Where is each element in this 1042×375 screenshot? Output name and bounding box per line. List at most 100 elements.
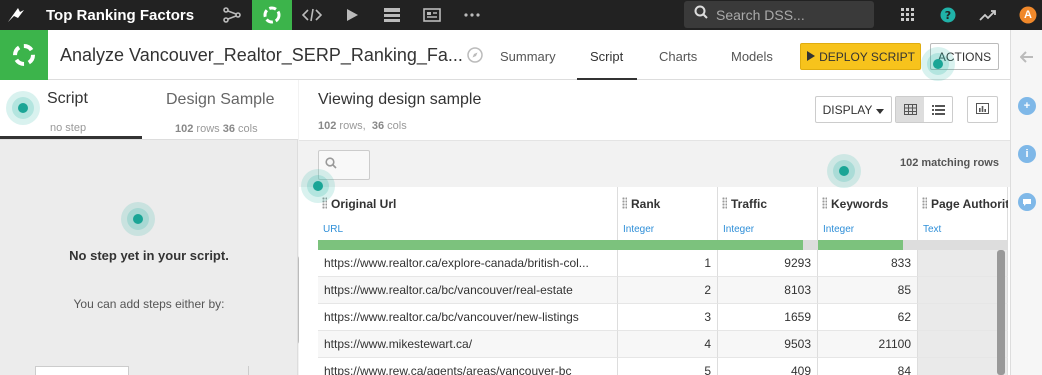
drag-handle-icon[interactable] [722,197,727,209]
column-quality-bar [818,240,918,250]
table-cell[interactable]: 9293 [718,250,818,277]
empty-script-hint: You can add steps either by: [73,297,225,311]
activity-trend-icon[interactable] [968,0,1008,30]
table-column: Traffic Integer 9293 8103 1659 9503 409 [718,187,818,375]
top-navbar: Top Ranking Factors Search DSS... ? A [0,0,1042,30]
table-cell[interactable]: 409 [718,358,818,375]
column-meaning[interactable]: Integer [623,224,654,235]
column-meaning[interactable]: Integer [723,224,754,235]
table-cell[interactable] [918,304,1008,331]
column-header[interactable]: Rank Integer [618,187,718,240]
wiki-icon[interactable] [412,0,452,30]
table-cell[interactable]: https://www.rew.ca/agents/areas/vancouve… [318,358,618,375]
drag-handle-icon[interactable] [822,197,827,209]
table-scrollbar[interactable] [997,250,1005,375]
column-quality-bar [618,240,718,250]
tutorial-hotspot[interactable] [6,91,40,125]
search-input[interactable]: Search DSS... [684,1,874,28]
table-cell[interactable]: https://www.realtor.ca/bc/vancouver/new-… [318,304,618,331]
table-cell[interactable] [918,331,1008,358]
design-sample-view: Viewing design sample 102 rows, 36 cols … [299,80,1010,375]
compass-icon[interactable] [467,47,483,68]
apps-grid-icon[interactable] [888,0,928,30]
drag-handle-icon[interactable] [922,197,927,209]
column-stats-button[interactable] [967,96,998,123]
table-cell[interactable]: 62 [818,304,918,331]
table-cell[interactable]: 1 [618,250,718,277]
column-header[interactable]: Page Authorit Text [918,187,1008,240]
column-meaning[interactable]: URL [323,224,343,235]
more-icon[interactable] [452,0,492,30]
dashboard-icon[interactable] [372,0,412,30]
divider [248,366,249,375]
tab-models[interactable]: Models [731,49,773,64]
flow-icon[interactable] [212,0,252,30]
table-cell[interactable]: https://www.realtor.ca/bc/vancouver/real… [318,277,618,304]
table-cell[interactable]: 84 [818,358,918,375]
table-cell[interactable]: 2 [618,277,718,304]
recipe-icon[interactable] [252,0,293,30]
tab-script[interactable]: Script [590,49,623,64]
play-icon[interactable] [332,0,372,30]
discussion-icon[interactable] [1018,193,1036,211]
column-quality-fill [618,240,718,250]
list-view-icon[interactable] [924,97,952,122]
matching-rows-count: 102 matching rows [899,157,999,169]
column-name: Traffic [731,197,768,211]
tab-design-sample[interactable]: Design Sample [166,91,275,109]
table-cell[interactable]: https://www.mikestewart.ca/ [318,331,618,358]
table-column: Keywords Integer 833 85 62 21100 84 [818,187,918,375]
drag-handle-icon[interactable] [622,197,627,209]
tutorial-hotspot[interactable] [921,47,955,81]
table-cell[interactable]: 5 [618,358,718,375]
dataiku-logo-icon[interactable] [0,0,32,30]
table-cell[interactable]: 21100 [818,331,918,358]
script-panel-tabs: Script no step Design Sample 102 rows 36… [0,80,298,140]
display-dropdown[interactable]: DISPLAY [815,96,892,123]
table-cell[interactable] [918,358,1008,375]
code-icon[interactable] [292,0,332,30]
column-header[interactable]: Keywords Integer [818,187,918,240]
tutorial-hotspot[interactable] [827,154,861,188]
tab-charts[interactable]: Charts [659,49,697,64]
svg-text:?: ? [945,9,951,22]
play-icon [806,50,816,64]
tutorial-hotspot[interactable] [301,169,335,203]
add-step-button[interactable] [35,366,129,375]
table-cell[interactable]: https://www.realtor.ca/explore-canada/br… [318,250,618,277]
table-cell[interactable]: 9503 [718,331,818,358]
active-tab-underline [0,136,142,139]
empty-script-title: No step yet in your script. [69,248,229,263]
column-quality-bar [718,240,818,250]
help-icon[interactable]: ? [928,0,968,30]
column-quality-fill [318,240,618,250]
column-header[interactable]: Traffic Integer [718,187,818,240]
column-meaning[interactable]: Integer [823,224,854,235]
table-cell[interactable] [918,277,1008,304]
table-cell[interactable] [918,250,1008,277]
recipe-header: Analyze Vancouver_Realtor_SERP_Ranking_F… [0,30,1010,80]
column-name: Rank [631,197,661,211]
table-cell[interactable]: 85 [818,277,918,304]
user-avatar[interactable]: A [1008,0,1042,30]
table-cell[interactable]: 8103 [718,277,818,304]
table-view-icon[interactable] [896,97,924,122]
column-header[interactable]: Original Url URL [318,187,618,240]
prepare-recipe-icon [0,30,48,80]
collapse-arrow-icon[interactable] [1019,50,1034,69]
tutorial-hotspot[interactable] [121,202,155,236]
column-name: Original Url [331,197,397,211]
table-cell[interactable]: 3 [618,304,718,331]
deploy-script-button[interactable]: DEPLOY SCRIPT [800,43,921,70]
table-cell[interactable]: 4 [618,331,718,358]
project-name[interactable]: Top Ranking Factors [46,7,194,24]
tab-script-steps[interactable]: Script [47,90,88,108]
table-cell[interactable]: 833 [818,250,918,277]
add-icon[interactable]: + [1018,97,1036,115]
column-meaning[interactable]: Text [923,224,941,235]
info-icon[interactable]: i [1018,145,1036,163]
right-sidebar: + i [1010,30,1042,375]
table-cell[interactable]: 1659 [718,304,818,331]
tab-summary[interactable]: Summary [500,49,556,64]
design-sample-size: 102 rows 36 cols [175,123,258,135]
